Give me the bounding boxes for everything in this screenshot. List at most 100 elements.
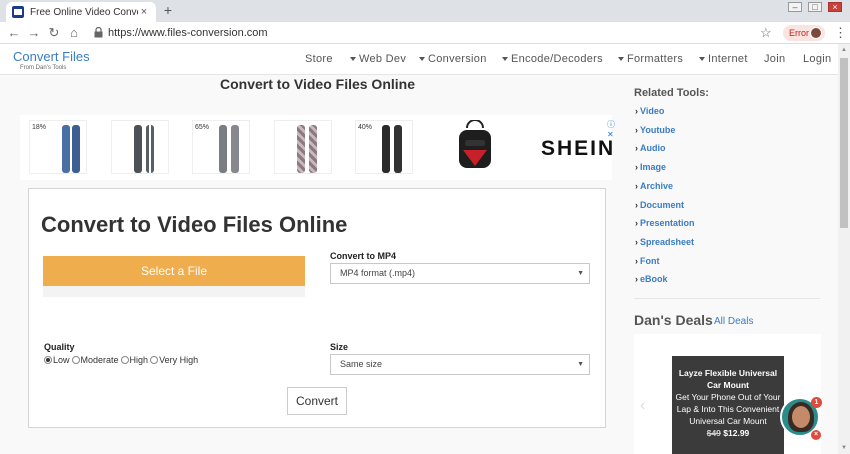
sidebar-link-presentation[interactable]: › Presentation [635,218,695,228]
adchoices-icon[interactable]: ⓘ ✕ [607,119,615,139]
deal-price: $12.99 [723,428,750,438]
chevron-down-icon [502,57,508,62]
ad-product-leggings-pattern[interactable] [274,120,332,174]
sidebar-link-document[interactable]: › Document [635,200,684,210]
quality-radio-group: Low Moderate High Very High [44,355,200,365]
nav-join[interactable]: Join [764,53,785,65]
profile-error-button[interactable]: Error [783,25,825,41]
nav-login[interactable]: Login [803,53,831,65]
quality-label: Quality [44,342,75,352]
ad-product-leggings-striped[interactable] [111,120,169,174]
stripe-decoration [149,125,151,173]
url-input[interactable]: https://www.files-conversion.com [108,27,268,39]
size-select[interactable]: Same size ▼ [330,354,590,375]
reload-icon[interactable]: ↻ [46,25,62,41]
sidebar-link-archive[interactable]: › Archive [635,181,673,191]
window-controls: – □ × [782,0,842,12]
select-file-button[interactable]: Select a File [43,256,305,286]
quality-option-very-high[interactable]: Very High [150,355,198,365]
scroll-up-icon[interactable]: ▲ [838,44,850,56]
nav-encode-label: Encode/Decoders [511,53,603,65]
ad-product-jeans[interactable]: 18% [29,120,87,174]
sidebar-link-ebook[interactable]: › eBook [635,274,668,284]
convert-button[interactable]: Convert [287,387,347,415]
quality-option-low[interactable]: Low [44,355,70,365]
ad-discount: 18% [32,124,47,131]
chevron-right-icon: › [635,180,638,191]
minimize-icon[interactable]: – [788,2,802,12]
home-icon[interactable]: ⌂ [66,25,82,41]
sidebar-link-video[interactable]: › Video [635,106,664,116]
radio-button[interactable] [44,356,52,364]
converter-title: Convert to Video Files Online [41,212,348,237]
sidebar-link-image[interactable]: › Image [635,162,666,172]
sidebar-link-label: Font [640,255,660,266]
black-leggings-image [382,125,390,173]
tab-title: Free Online Video Converter - Fi [30,6,138,18]
sidebar-link-label: Video [640,106,665,116]
nav-store[interactable]: Store [305,53,333,65]
deal-prev-icon[interactable]: ‹ [640,397,645,415]
nav-web-dev[interactable]: Web Dev [350,53,406,65]
all-deals-link[interactable]: All Deals [714,316,753,327]
sidebar-link-label: Document [640,199,685,210]
sidebar-link-label: Image [640,162,667,173]
ad-banner[interactable]: 18% 65% 40% SHEIN ⓘ ✕ [20,115,615,180]
nav-encode-decoders[interactable]: Encode/Decoders [502,53,603,65]
chevron-right-icon: › [635,218,638,229]
maximize-icon[interactable]: □ [808,2,822,12]
sidebar-link-font[interactable]: › Font [635,256,660,266]
sidebar-link-label: Presentation [640,218,695,229]
nav-formatters-label: Formatters [627,53,684,65]
lock-icon[interactable] [94,27,103,38]
chevron-down-icon [699,57,705,62]
deal-card[interactable]: Layze Flexible Universal Car Mount Get Y… [672,367,784,439]
error-label: Error [789,28,809,38]
sidebar-link-label: Youtube [640,124,676,135]
chevron-right-icon: › [635,199,638,210]
chevron-right-icon: › [635,143,638,154]
nav-formatters[interactable]: Formatters [618,53,683,65]
select-file-dropzone [43,286,305,297]
jeans-image-b [72,125,80,173]
sidebar-link-youtube[interactable]: › Youtube [635,125,675,135]
sidebar-link-label: Archive [640,180,674,191]
scrollbar-thumb[interactable] [840,58,848,228]
quality-option-high[interactable]: High [120,355,149,365]
page-title: Convert to Video Files Online [220,76,415,92]
radio-button[interactable] [120,356,129,364]
dropdown-arrow-icon: ▼ [577,270,584,277]
scroll-down-icon[interactable]: ▼ [838,442,850,454]
tab-close-icon[interactable]: × [138,6,150,18]
radio-button[interactable] [71,356,80,364]
window-close-icon[interactable]: × [828,2,842,12]
new-tab-button[interactable]: + [160,3,176,19]
site-logo[interactable]: Convert Files [13,49,90,64]
deal-old-price: $49 [706,428,721,438]
chevron-down-icon [350,57,356,62]
ad-product-leggings-gray[interactable]: 65% [192,120,250,174]
nav-conversion[interactable]: Conversion [419,53,487,65]
quality-option-moderate[interactable]: Moderate [71,355,119,365]
sidebar-link-audio[interactable]: › Audio [635,143,666,153]
radio-button[interactable] [150,356,159,364]
forward-icon[interactable]: → [26,25,42,41]
format-select[interactable]: MP4 format (.mp4) ▼ [330,263,590,284]
dropdown-arrow-icon: ▼ [577,361,584,368]
bookmark-star-icon[interactable]: ☆ [760,25,772,41]
sidebar-link-spreadsheet[interactable]: › Spreadsheet [635,237,694,247]
browser-menu-icon[interactable]: ⋮ [834,25,847,41]
ad-product-leggings-black[interactable]: 40% [355,120,413,174]
back-icon[interactable]: ← [6,25,22,41]
jeans-image [62,125,70,173]
ad-brand-logo[interactable]: SHEIN [541,137,615,161]
quality-option-label: High [129,355,149,365]
sidebar-divider [634,298,820,299]
avatar [810,27,822,39]
nav-internet[interactable]: Internet [699,53,748,65]
sidebar-link-label: eBook [640,274,668,285]
size-select-value: Same size [340,359,383,369]
browser-tab[interactable]: Free Online Video Converter - Fi × [6,2,156,22]
chat-close-icon[interactable]: × [811,430,821,440]
backpack-image[interactable] [445,120,505,172]
